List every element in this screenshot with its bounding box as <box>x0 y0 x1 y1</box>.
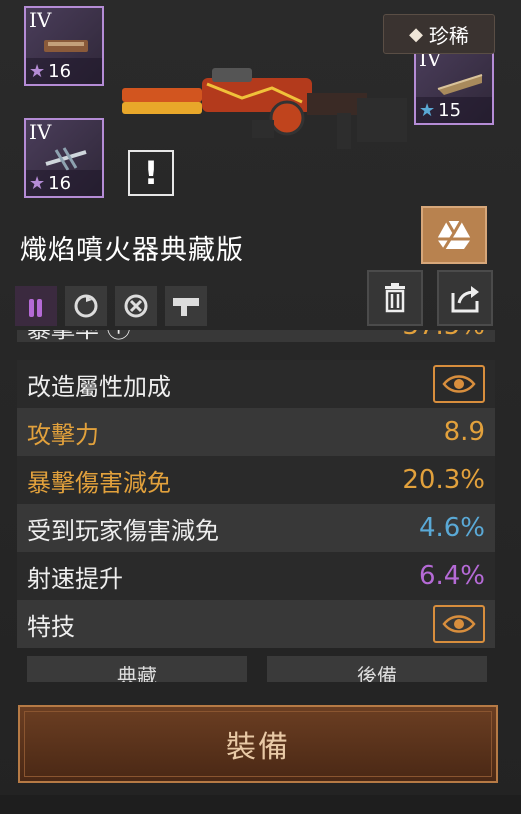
equip-label: 裝備 <box>226 730 290 765</box>
stat-label: 特技 <box>27 612 75 641</box>
view-mod-bonus-button[interactable] <box>433 365 485 403</box>
stat-label: 射速提升 <box>27 564 123 593</box>
reload-icon[interactable] <box>65 286 107 326</box>
mod-slot-stock[interactable]: IV ★ 15 <box>414 45 494 125</box>
stat-label: 暴擊率 ⓘ <box>27 330 131 344</box>
mod-tier: IV <box>29 120 52 144</box>
weapon-detail-panel: IV ★16 IV ★16 IV ★15 ◆ 珍稀 ! 熾焰噴火器典藏版 <box>0 0 521 814</box>
bottom-bar <box>0 795 521 814</box>
mod-level: 16 <box>48 172 72 194</box>
mod-slot-magazine[interactable]: IV ★ 16 <box>24 6 104 86</box>
ammo-icon[interactable] <box>15 286 57 326</box>
stat-row-partial: 暴擊率 ⓘ 37.5% <box>17 330 495 344</box>
stats-list: 暴擊率 ⓘ 37.5% 改造屬性加成 攻擊力 8.9 暴擊傷害減免 20.3% … <box>17 330 495 680</box>
mod-level: 16 <box>48 60 72 82</box>
eye-icon <box>442 375 476 393</box>
stat-row: 攻擊力 8.9 <box>17 408 495 456</box>
stat-value: 4.6% <box>418 513 485 543</box>
stat-row: 受到玩家傷害減免 4.6% <box>17 504 495 552</box>
mod-slot-barrel[interactable]: IV ★ 16 <box>24 118 104 198</box>
skin-button[interactable] <box>421 206 487 264</box>
stat-value: 6.4% <box>418 561 485 591</box>
stat-label: 受到玩家傷害減免 <box>27 516 219 545</box>
stat-value: 8.9 <box>443 417 485 447</box>
stat-row-perk: 特技 <box>17 600 495 648</box>
stat-value: 20.3% <box>402 465 485 495</box>
stock-attachment-icon <box>437 74 483 95</box>
rarity-label: 珍稀 <box>428 23 469 48</box>
star-icon: ★ <box>419 99 436 121</box>
stat-row: 暴擊傷害減免 20.3% <box>17 456 495 504</box>
star-icon: ★ <box>29 60 46 82</box>
star-icon: ★ <box>29 172 46 194</box>
rarity-badge: ◆ 珍稀 <box>383 14 495 54</box>
equip-button[interactable]: 裝備 <box>18 705 498 783</box>
crosshair-icon[interactable] <box>115 286 157 326</box>
smg-icon[interactable] <box>165 286 207 326</box>
view-perk-button[interactable] <box>433 605 485 643</box>
stat-row: 射速提升 6.4% <box>17 552 495 600</box>
share-icon <box>451 286 479 313</box>
trash-icon <box>385 283 405 313</box>
warning-icon[interactable]: ! <box>128 150 174 196</box>
flamethrower-weapon-icon <box>122 68 407 149</box>
triangle-drive-icon <box>437 220 471 250</box>
stat-label: 攻擊力 <box>27 420 99 449</box>
weapon-name: 熾焰噴火器典藏版 <box>20 235 244 266</box>
stat-row-mod-bonus: 改造屬性加成 <box>17 360 495 408</box>
share-button[interactable] <box>437 270 493 326</box>
stat-label: 改造屬性加成 <box>27 372 171 401</box>
stat-value: 37.5% <box>402 330 485 341</box>
delete-button[interactable] <box>367 270 423 326</box>
attribute-icon-row <box>15 286 207 326</box>
diamond-icon: ◆ <box>409 23 423 45</box>
stat-label: 暴擊傷害減免 <box>27 468 171 497</box>
eye-icon <box>442 615 476 633</box>
magazine-icon <box>44 40 88 52</box>
mod-tier: IV <box>29 8 52 32</box>
mod-level: 15 <box>438 99 462 121</box>
